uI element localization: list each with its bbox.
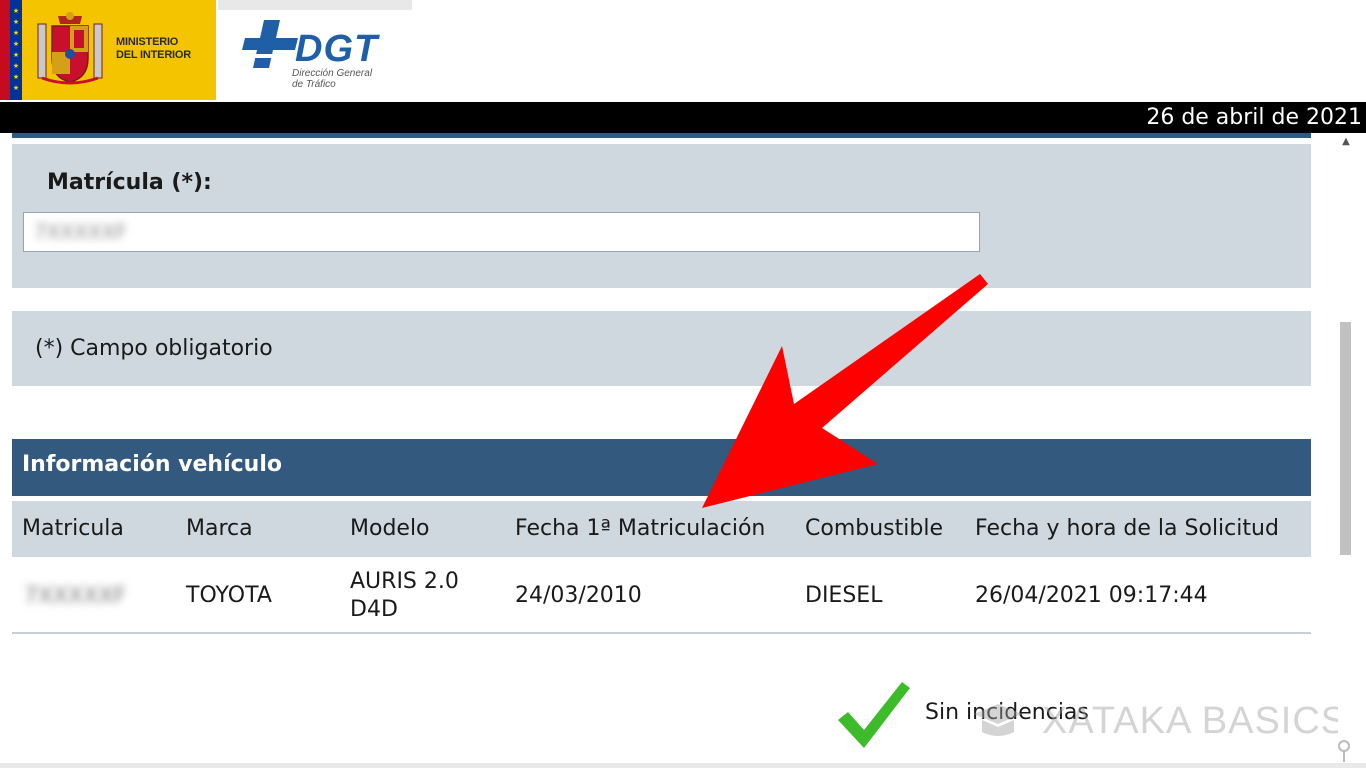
xataka-logo-icon <box>974 704 1022 736</box>
column-header-combustible: Combustible <box>805 516 943 541</box>
scroll-up-icon[interactable]: ▲ <box>1339 136 1353 148</box>
date-bar: 26 de abril de 2021 <box>0 102 1366 133</box>
required-field-note: (*) Campo obligatorio <box>35 336 273 361</box>
ministry-name: MINISTERIO DEL INTERIOR <box>116 36 191 62</box>
dgt-subtitle-line-2: de Tráfico <box>292 79 336 90</box>
red-arrow-icon <box>702 274 988 508</box>
dgt-subtitle: Dirección General de Tráfico <box>292 68 372 90</box>
ministerio-interior-logo[interactable]: ★ ★ ★ ★ ★ ★ ★ ★ MINISTERIO DEL INTERIOR <box>0 0 216 100</box>
column-header-fecha-matriculacion: Fecha 1ª Matriculación <box>515 516 766 541</box>
section-divider <box>12 133 1311 138</box>
cell-modelo-line-2: D4D <box>350 597 398 622</box>
cell-fecha-solicitud: 26/04/2021 09:17:44 <box>975 583 1208 608</box>
ministry-line-1: MINISTERIO <box>116 36 179 48</box>
cell-marca: TOYOTA <box>186 583 272 608</box>
eu-stars-icon: ★ ★ ★ ★ ★ ★ ★ ★ <box>12 7 20 92</box>
matricula-label: Matrícula (*): <box>47 170 212 195</box>
column-header-marca: Marca <box>186 516 253 541</box>
scrollbar-thumb[interactable] <box>1340 322 1351 555</box>
column-header-modelo: Modelo <box>350 516 430 541</box>
matricula-input[interactable]: 7XXXXXF <box>23 212 980 252</box>
table-row-divider <box>12 632 1311 634</box>
cell-fecha-matriculacion: 24/03/2010 <box>515 583 642 608</box>
cell-combustible: DIESEL <box>805 583 883 608</box>
ministry-line-2: DEL INTERIOR <box>116 49 192 61</box>
spain-flag-stripe <box>0 0 10 100</box>
cell-matricula: 7XXXXXF <box>24 584 127 609</box>
vehicle-info-title: Información vehículo <box>22 452 282 477</box>
column-header-fecha-solicitud: Fecha y hora de la Solicitud <box>975 516 1279 541</box>
cell-modelo: AURIS 2.0 D4D <box>350 568 459 624</box>
pin-icon <box>1338 740 1350 762</box>
dgt-wordmark: DGT <box>295 28 379 70</box>
check-icon <box>838 682 910 748</box>
coat-of-arms-icon <box>37 12 103 85</box>
column-header-matricula: Matricula <box>22 516 124 541</box>
bottom-edge <box>0 763 1366 768</box>
cell-modelo-line-1: AURIS 2.0 <box>350 569 459 594</box>
dgt-cross-icon <box>242 20 298 68</box>
xataka-watermark: XATAKA BASICS <box>1042 700 1348 742</box>
current-date: 26 de abril de 2021 <box>1146 105 1362 130</box>
matricula-input-value: 7XXXXXF <box>34 220 127 244</box>
dgt-subtitle-line-1: Dirección General <box>292 68 373 79</box>
